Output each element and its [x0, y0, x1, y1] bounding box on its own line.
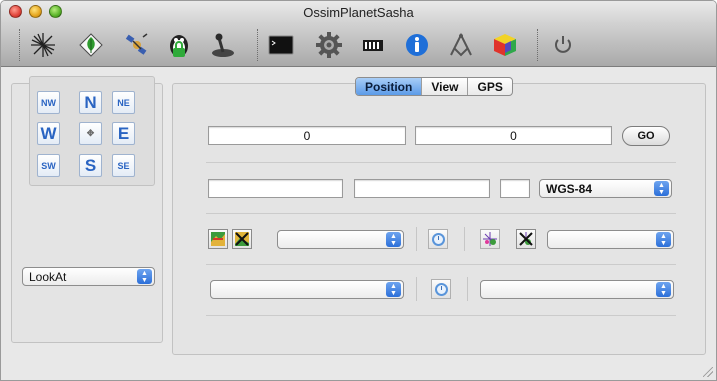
coordinate-field-1[interactable]: [208, 179, 343, 198]
terminal-icon[interactable]: [265, 29, 297, 61]
datum-popup-value: WGS-84: [546, 181, 593, 196]
elevation-clear-button[interactable]: [232, 229, 252, 249]
tab-gps[interactable]: GPS: [468, 78, 511, 95]
divider: [416, 227, 417, 251]
joystick-icon[interactable]: [207, 29, 239, 61]
layer-popup-2[interactable]: ▲ ▼: [547, 230, 674, 249]
mode-popup[interactable]: LookAt ▲ ▼: [22, 267, 155, 286]
nav-center-button[interactable]: ✥: [79, 122, 102, 145]
go-button[interactable]: GO: [622, 126, 670, 146]
clock-icon: [434, 282, 448, 296]
layer-popup-3[interactable]: ▲ ▼: [210, 280, 404, 299]
nav-sw-button[interactable]: SW: [37, 154, 60, 177]
tab-view[interactable]: View: [422, 78, 469, 95]
gear-icon[interactable]: [313, 29, 345, 61]
latitude-field[interactable]: 0: [208, 126, 406, 145]
popup-arrows-icon: ▲ ▼: [656, 232, 671, 247]
mode-popup-value: LookAt: [29, 269, 67, 284]
nav-nw-button[interactable]: NW: [37, 91, 60, 114]
popup-arrows-icon: ▲ ▼: [656, 282, 671, 297]
tab-position[interactable]: Position: [356, 78, 423, 95]
popup-arrows-icon: ▲ ▼: [386, 232, 401, 247]
nav-e-button[interactable]: E: [112, 122, 135, 145]
tab-bar: Position View GPS: [355, 77, 513, 96]
resize-grip[interactable]: [703, 367, 713, 377]
nav-w-button[interactable]: W: [37, 122, 60, 145]
film-strip-icon[interactable]: [357, 29, 389, 61]
divider: [206, 162, 676, 163]
clock-icon: [431, 232, 445, 246]
app-window: OssimPlanetSasha NW N NE W ✥ E SW S SE L…: [0, 0, 717, 381]
divider: [467, 277, 468, 301]
color-cube-icon[interactable]: [489, 29, 521, 61]
power-icon[interactable]: [547, 29, 579, 61]
coordinate-field-2[interactable]: [354, 179, 490, 198]
coordinate-field-3[interactable]: [500, 179, 530, 198]
divider: [206, 264, 676, 265]
divider: [416, 277, 417, 301]
popup-arrows-icon: ▲ ▼: [137, 269, 152, 284]
nav-n-button[interactable]: N: [79, 91, 102, 114]
layer-popup-1[interactable]: ▲ ▼: [277, 230, 404, 249]
layer-popup-4[interactable]: ▲ ▼: [480, 280, 674, 299]
toolbar-separator: [537, 29, 538, 61]
sparkle-button[interactable]: [480, 229, 500, 249]
divider: [206, 213, 676, 214]
satellite-icon[interactable]: [121, 29, 153, 61]
leaf-diamond-icon[interactable]: [75, 29, 107, 61]
longitude-field[interactable]: 0: [415, 126, 612, 145]
divider: [464, 227, 465, 251]
clock-button-2[interactable]: [431, 279, 451, 299]
navigation-pad: NW N NE W ✥ E SW S SE: [29, 76, 155, 186]
nav-se-button[interactable]: SE: [112, 154, 135, 177]
title-bar: OssimPlanetSasha: [1, 1, 716, 23]
popup-arrows-icon: ▲ ▼: [386, 282, 401, 297]
toolbar-grip: [19, 29, 20, 61]
popup-arrows-icon: ▲ ▼: [654, 181, 669, 196]
sparkle-crosshair-icon[interactable]: [27, 29, 59, 61]
info-icon[interactable]: [401, 29, 433, 61]
nav-ne-button[interactable]: NE: [112, 91, 135, 114]
divider: [206, 315, 676, 316]
compass-square-icon[interactable]: [445, 29, 477, 61]
window-title: OssimPlanetSasha: [303, 5, 414, 20]
toolbar-separator: [257, 29, 258, 61]
nav-s-button[interactable]: S: [79, 154, 102, 177]
datum-popup[interactable]: WGS-84 ▲ ▼: [539, 179, 672, 198]
toolbar: [1, 23, 716, 67]
clock-button[interactable]: [428, 229, 448, 249]
elevation-color-button[interactable]: [208, 229, 228, 249]
penguin-lock-icon[interactable]: [163, 29, 195, 61]
sparkle-clear-button[interactable]: [516, 229, 536, 249]
